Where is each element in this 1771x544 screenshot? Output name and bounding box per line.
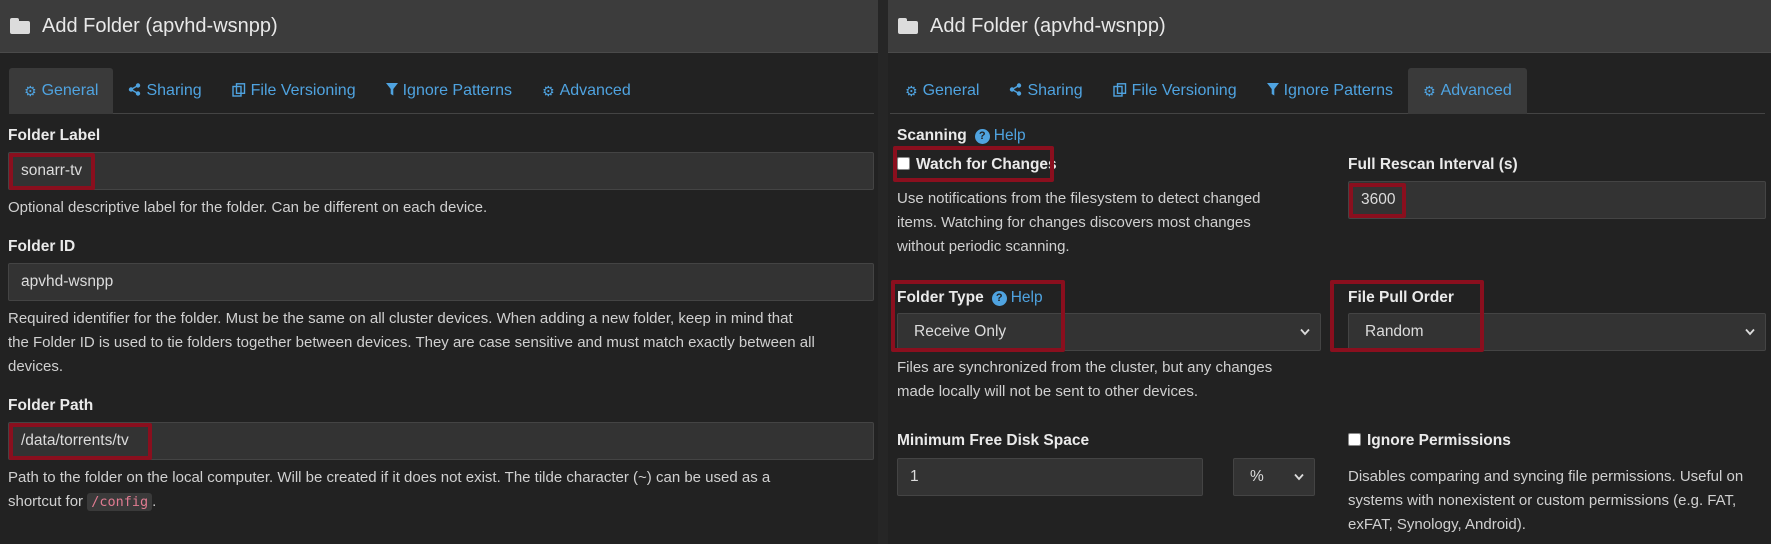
gear-icon: ⚙ — [905, 82, 918, 99]
chevron-down-icon — [1745, 328, 1755, 336]
ignore-permissions-checkbox[interactable] — [1348, 433, 1361, 446]
ignore-permissions-help-line: Disables comparing and syncing file perm… — [1348, 468, 1744, 485]
folder-id-help-line: devices. — [8, 358, 64, 375]
min-disk-input[interactable]: 1 — [897, 458, 1203, 496]
folder-label-highlight — [9, 153, 95, 190]
tab-bar: ⚙ General Sharing File Versioning Ignore… — [9, 68, 874, 114]
folder-path-heading: Folder Path — [8, 397, 94, 414]
modal-header: Add Folder (apvhd-wsnpp) — [0, 0, 878, 53]
gears-icon: ⚙ — [1423, 82, 1436, 99]
folder-path-help-line: Path to the folder on the local computer… — [8, 469, 771, 486]
copy-icon — [231, 82, 246, 100]
tab-bar: ⚙ General Sharing File Versioning Ignore… — [890, 68, 1765, 114]
tab-advanced[interactable]: ⚙ Advanced — [1408, 68, 1527, 114]
right-modal: Add Folder (apvhd-wsnpp) ⚙ General Shari… — [888, 0, 1771, 544]
tab-advanced[interactable]: ⚙ Advanced — [527, 68, 646, 114]
watch-highlight — [893, 146, 1054, 182]
folder-id-help-line: Required identifier for the folder. Must… — [8, 310, 793, 327]
question-circle-icon: ? — [974, 128, 990, 144]
min-disk-heading: Minimum Free Disk Space — [897, 432, 1090, 449]
tab-ignore-patterns[interactable]: Ignore Patterns — [1252, 68, 1408, 114]
config-path-code: /config — [87, 493, 153, 511]
tab-sharing[interactable]: Sharing — [113, 68, 216, 114]
folder-id-heading: Folder ID — [8, 238, 76, 255]
chevron-down-icon — [1294, 473, 1304, 481]
rescan-interval-input[interactable]: 3600 — [1348, 181, 1766, 219]
folder-label-help: Optional descriptive label for the folde… — [8, 199, 488, 216]
panel-divider — [878, 0, 888, 544]
folder-type-highlight — [891, 280, 1065, 352]
folder-label-heading: Folder Label — [8, 127, 101, 144]
scanning-heading: Scanning? Help — [897, 127, 1026, 144]
folder-label-input[interactable]: sonarr-tv — [8, 152, 874, 190]
watch-help-line: Use notifications from the filesystem to… — [897, 190, 1261, 207]
watch-help-line: items. Watching for changes discovers mo… — [897, 214, 1251, 231]
filter-icon — [385, 83, 398, 99]
folder-type-help-line: Files are synchronized from the cluster,… — [897, 359, 1273, 376]
tab-sharing[interactable]: Sharing — [994, 68, 1097, 114]
tab-general[interactable]: ⚙ General — [9, 68, 114, 114]
folder-icon — [898, 18, 918, 34]
share-icon — [128, 83, 141, 99]
modal-title: Add Folder (apvhd-wsnpp) — [42, 14, 278, 37]
rescan-interval-heading: Full Rescan Interval (s) — [1348, 156, 1518, 173]
copy-icon — [1112, 82, 1127, 100]
gear-icon: ⚙ — [24, 82, 37, 99]
min-disk-unit-select[interactable]: % — [1233, 458, 1315, 496]
watch-help-line: without periodic scanning. — [897, 238, 1070, 255]
folder-type-help-line: made locally will not be sent to other d… — [897, 383, 1198, 400]
share-icon — [1009, 83, 1022, 99]
tab-file-versioning[interactable]: File Versioning — [1098, 68, 1252, 114]
ignore-permissions-help-line: exFAT, Synology, Android). — [1348, 516, 1526, 533]
chevron-down-icon — [1300, 328, 1310, 336]
folder-id-help-line: the Folder ID is used to tie folders tog… — [8, 334, 815, 351]
filter-icon — [1266, 83, 1279, 99]
folder-path-help-line: shortcut for /config. — [8, 493, 157, 511]
folder-id-input[interactable]: apvhd-wsnpp — [8, 263, 874, 301]
rescan-highlight — [1349, 183, 1406, 218]
tab-general[interactable]: ⚙ General — [890, 68, 994, 114]
tab-ignore-patterns[interactable]: Ignore Patterns — [371, 68, 527, 114]
modal-header: Add Folder (apvhd-wsnpp) — [888, 0, 1771, 53]
folder-icon — [10, 18, 30, 34]
left-modal: Add Folder (apvhd-wsnpp) ⚙ General Shari… — [0, 0, 878, 544]
ignore-permissions-label[interactable]: Ignore Permissions — [1348, 432, 1511, 450]
folder-path-highlight — [9, 423, 152, 460]
modal-title: Add Folder (apvhd-wsnpp) — [930, 14, 1166, 37]
tab-file-versioning[interactable]: File Versioning — [217, 68, 371, 114]
ignore-permissions-help-line: systems with nonexistent or custom permi… — [1348, 492, 1737, 509]
pull-order-highlight — [1330, 280, 1484, 352]
scanning-help-link[interactable]: Help — [994, 127, 1026, 144]
gears-icon: ⚙ — [542, 82, 555, 99]
